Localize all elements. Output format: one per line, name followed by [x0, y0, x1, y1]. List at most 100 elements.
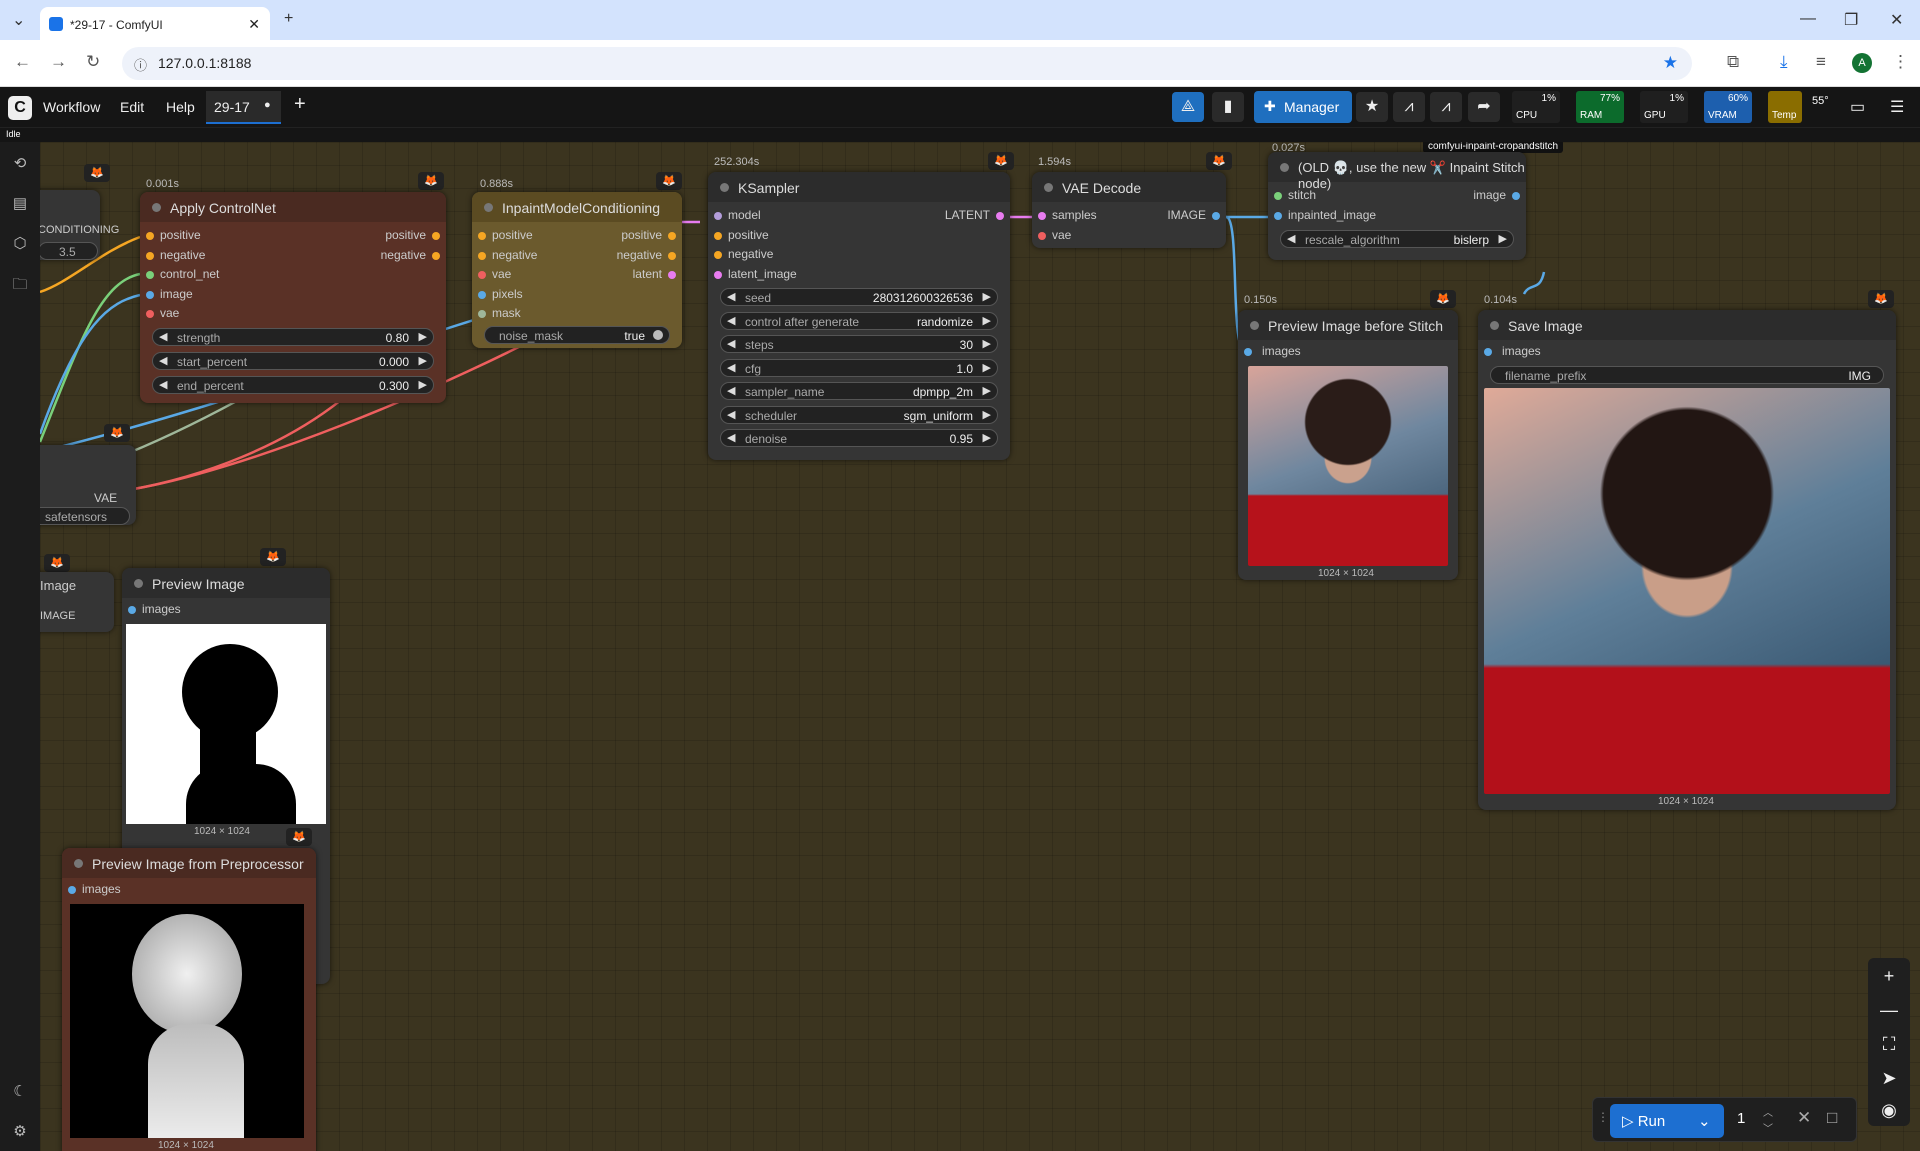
zoom-out-icon[interactable]: —	[1868, 1000, 1910, 1021]
input-slot-dot[interactable]	[478, 290, 486, 299]
graph-canvas[interactable]: CONDITIONING 3.5 VAE safetensors 🦊 🦊 0.0…	[40, 142, 1920, 1151]
minimize-icon[interactable]: —	[1800, 10, 1816, 28]
images-input-dot[interactable]	[1484, 348, 1492, 356]
strength-widget[interactable]: ◀ strength 0.80 ▶	[152, 328, 434, 346]
increment-arrow-icon[interactable]: ▶	[983, 408, 991, 421]
run-dropdown-icon[interactable]: ⌄	[1698, 1112, 1711, 1130]
reload-icon[interactable]: ↻	[86, 52, 100, 72]
input-slot-dot[interactable]	[146, 232, 154, 240]
browser-tab[interactable]: *29-17 - ComfyUI ✕	[40, 7, 270, 40]
extensions-icon[interactable]: ⧉	[1727, 52, 1739, 72]
batch-count-input[interactable]: 1	[1737, 1110, 1745, 1127]
history-icon[interactable]: ⟲	[11, 154, 29, 172]
node-header[interactable]: KSampler	[708, 172, 1010, 202]
input-slot-dot[interactable]	[1274, 211, 1282, 220]
node-header[interactable]: Preview Image from Preprocessor	[62, 848, 316, 878]
noise-mask-toggle[interactable]: noise_mask true	[484, 326, 670, 344]
inpaint-stitch-node[interactable]: (OLD 💀, use the new ✂️ Inpaint Stitch no…	[1268, 152, 1526, 260]
increment-arrow-icon[interactable]: ▶	[983, 361, 991, 374]
stop-icon[interactable]: □	[1827, 1108, 1837, 1128]
end-percent-widget[interactable]: ◀ end_percent 0.300 ▶	[152, 376, 434, 394]
panel-toggle-icon[interactable]: ▭	[1850, 97, 1865, 117]
menu-help[interactable]: Help	[166, 99, 195, 115]
decrement-arrow-icon[interactable]: ◀	[159, 378, 167, 391]
preview-before-stitch-node[interactable]: Preview Image before Stitch images 1024 …	[1238, 310, 1458, 580]
menu-edit[interactable]: Edit	[120, 99, 144, 115]
left-image-node[interactable]: Image IMAGE	[40, 572, 114, 632]
queue-icon[interactable]: ▤	[11, 194, 29, 212]
output-slot-dot[interactable]	[668, 271, 676, 279]
input-slot-dot[interactable]	[146, 310, 154, 318]
media-icon[interactable]: ≡	[1816, 52, 1826, 72]
decrement-arrow-icon[interactable]: ◀	[727, 408, 735, 421]
node-header[interactable]: Preview Image	[122, 568, 330, 598]
node-header[interactable]: InpaintModelConditioning	[472, 192, 682, 222]
new-tab-icon[interactable]: +	[284, 10, 293, 28]
output-slot-dot[interactable]	[432, 232, 440, 240]
workflows-icon[interactable]: 🗀	[11, 274, 29, 293]
url-field[interactable]: ⓘ 127.0.0.1:8188 ★	[122, 47, 1692, 80]
toggle-knob-icon[interactable]	[653, 330, 663, 340]
input-slot-dot[interactable]	[714, 231, 722, 240]
output-slot-dot[interactable]	[668, 232, 676, 240]
drag-handle-icon[interactable]: ⋮	[1597, 1110, 1609, 1124]
input-slot-dot[interactable]	[714, 270, 722, 279]
images-input-dot[interactable]	[68, 886, 76, 894]
start-percent-widget[interactable]: ◀ start_percent 0.000 ▶	[152, 352, 434, 370]
ksampler-node[interactable]: KSampler model positive negative latent_ima…	[708, 172, 1010, 460]
node-header[interactable]: Preview Image before Stitch	[1238, 310, 1458, 340]
star-icon[interactable]: ★	[1356, 92, 1388, 122]
input-slot-dot[interactable]	[146, 251, 154, 260]
site-info-icon[interactable]: ⓘ	[134, 55, 147, 74]
output-slot-dot[interactable]	[432, 251, 440, 260]
back-icon[interactable]: ←	[14, 52, 31, 72]
theme-toggle-icon[interactable]: ☾	[11, 1082, 29, 1100]
decrement-arrow-icon[interactable]: ◀	[727, 314, 735, 327]
output-slot-dot[interactable]	[996, 212, 1004, 220]
left-partial-node[interactable]: CONDITIONING 3.5	[40, 190, 119, 260]
decrement-arrow-icon[interactable]: ◀	[159, 354, 167, 367]
steps-widget[interactable]: ◀ steps 30 ▶	[720, 335, 998, 353]
output-slot-dot[interactable]	[1512, 192, 1520, 200]
increment-arrow-icon[interactable]: ▶	[983, 290, 991, 303]
download-icon[interactable]: ⤓	[1780, 52, 1788, 72]
decrement-arrow-icon[interactable]: ◀	[727, 361, 735, 374]
input-slot-dot[interactable]	[1274, 192, 1282, 200]
increment-arrow-icon[interactable]: ▶	[983, 384, 991, 397]
inpaint-model-conditioning-node[interactable]: InpaintModelConditioning positive negativ…	[472, 192, 682, 348]
increment-arrow-icon[interactable]: ▶	[983, 314, 991, 327]
close-tab-icon[interactable]: ✕	[248, 16, 260, 33]
share-icon[interactable]: ➦	[1468, 92, 1500, 122]
browser-menu-icon[interactable]: ⋮	[1892, 52, 1909, 72]
images-input-dot[interactable]	[128, 606, 136, 614]
input-slot-dot[interactable]	[478, 251, 486, 260]
workflow-tab[interactable]: 29-17 ●	[206, 91, 281, 124]
denoise-widget[interactable]: ◀ denoise 0.95 ▶	[720, 429, 998, 447]
decrement-arrow-icon[interactable]: ◀	[727, 290, 735, 303]
run-button[interactable]: ▷ Run ⌄	[1610, 1104, 1724, 1138]
zoom-in-icon[interactable]: +	[1868, 966, 1910, 987]
manager-button[interactable]: ✚ Manager	[1254, 91, 1352, 123]
decrement-arrow-icon[interactable]: ◀	[727, 337, 735, 350]
bookmark-icon[interactable]: ▮	[1212, 92, 1244, 122]
decrement-arrow-icon[interactable]: ◀	[727, 384, 735, 397]
node-header[interactable]: (OLD 💀, use the new ✂️ Inpaint Stitch no…	[1268, 152, 1526, 191]
decrement-arrow-icon[interactable]: ◀	[159, 330, 167, 343]
comfy-logo-icon[interactable]: C	[8, 96, 32, 120]
filename-prefix-widget[interactable]: filename_prefix IMG	[1490, 366, 1884, 384]
sampler-name-widget[interactable]: ◀ sampler_name dpmpp_2m ▶	[720, 382, 998, 400]
settings-gear-icon[interactable]: ⚙	[11, 1122, 29, 1140]
save-image-node[interactable]: Save Image images filename_prefix IMG 102…	[1478, 310, 1896, 810]
comfy-tool-icon[interactable]: ⟁	[1172, 92, 1204, 122]
decrement-icon[interactable]: ﹀	[1763, 1120, 1773, 1135]
cfg-widget[interactable]: ◀ cfg 1.0 ▶	[720, 358, 998, 377]
vae-name-widget[interactable]: safetensors	[40, 507, 130, 525]
left-vae-loader-node[interactable]: VAE safetensors	[40, 445, 136, 525]
tab-search-icon[interactable]: ⌄	[12, 10, 25, 30]
select-mode-icon[interactable]: ➤	[1868, 1068, 1910, 1089]
input-slot-dot[interactable]	[478, 310, 486, 318]
vae-decode-node[interactable]: VAE Decode samples vae IMAGE	[1032, 172, 1226, 248]
input-slot-dot[interactable]	[478, 271, 486, 279]
images-input-dot[interactable]	[1244, 348, 1252, 356]
toggle-links-icon[interactable]: ◉	[1868, 1100, 1910, 1121]
